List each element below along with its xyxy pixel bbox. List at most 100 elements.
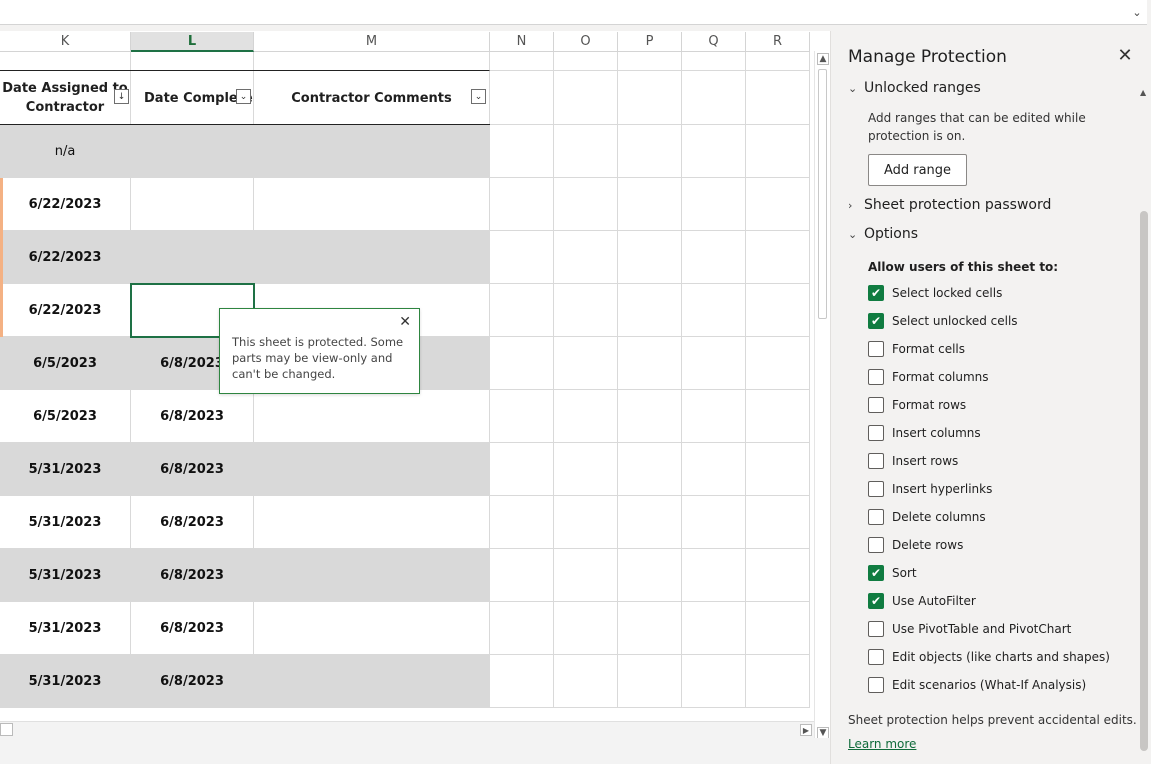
checkbox-icon[interactable] [868,621,884,637]
table-cell[interactable] [554,443,618,496]
table-cell[interactable] [746,549,810,602]
table-cell[interactable] [554,496,618,549]
filter-dropdown-icon[interactable]: ⌄ [236,89,251,104]
table-cell[interactable] [746,443,810,496]
table-cell[interactable] [490,443,554,496]
table-cell[interactable] [490,71,554,125]
table-cell[interactable] [618,178,682,231]
table-cell[interactable] [682,602,746,655]
sort-filter-icon[interactable]: ↓ [114,89,129,104]
scrollbar-thumb[interactable] [1140,211,1148,751]
scrollbar-thumb[interactable] [818,69,827,319]
table-cell[interactable] [554,337,618,390]
table-cell[interactable] [682,443,746,496]
table-cell[interactable] [618,655,682,708]
option-checkbox-item[interactable]: Format rows [868,396,966,414]
chevron-down-icon[interactable]: ⌄ [1129,4,1145,20]
table-cell[interactable] [131,231,254,284]
checkbox-icon[interactable] [868,481,884,497]
option-checkbox-item[interactable]: Insert rows [868,452,958,470]
table-cell[interactable]: n/a [0,125,131,178]
table-cell[interactable] [490,125,554,178]
table-cell[interactable]: 6/8/2023 [131,496,254,549]
table-cell[interactable]: 5/31/2023 [0,496,131,549]
table-cell[interactable] [490,52,554,71]
table-cell[interactable] [490,390,554,443]
option-checkbox-item[interactable]: Delete columns [868,508,986,526]
checkbox-icon[interactable] [868,453,884,469]
checkbox-icon[interactable] [868,341,884,357]
table-cell[interactable] [554,655,618,708]
table-cell[interactable] [490,655,554,708]
option-checkbox-item[interactable]: ✔ Select locked cells [868,284,1002,302]
header-date-assigned[interactable]: Date Assigned to Contractor [0,71,131,125]
table-cell[interactable] [254,125,490,178]
option-checkbox-item[interactable]: Format columns [868,368,989,386]
table-cell[interactable] [254,390,490,443]
checkbox-icon[interactable] [868,509,884,525]
section-options[interactable]: ⌄ Options [848,226,918,242]
table-cell[interactable] [618,125,682,178]
table-cell[interactable] [746,655,810,708]
checkbox-icon[interactable] [868,397,884,413]
table-cell[interactable] [682,337,746,390]
scrollbar-thumb[interactable] [0,723,13,736]
table-cell[interactable] [254,496,490,549]
checkbox-icon[interactable] [868,425,884,441]
table-cell[interactable] [554,178,618,231]
column-header-q[interactable]: Q [682,32,746,52]
checkbox-icon[interactable] [868,677,884,693]
checkbox-checked-icon[interactable]: ✔ [868,313,884,329]
table-cell[interactable] [746,71,810,125]
table-cell[interactable] [131,178,254,231]
table-cell[interactable]: 5/31/2023 [0,655,131,708]
table-cell[interactable]: 5/31/2023 [0,443,131,496]
option-checkbox-item[interactable]: Insert columns [868,424,981,442]
table-cell[interactable]: 6/5/2023 [0,390,131,443]
table-cell[interactable] [746,125,810,178]
table-cell[interactable] [618,284,682,337]
worksheet-grid[interactable]: K L M N O P Q R Date Assigned to Contract… [0,31,830,764]
table-cell[interactable] [618,390,682,443]
table-cell[interactable] [682,549,746,602]
section-sheet-protection-password[interactable]: › Sheet protection password [848,197,1051,213]
table-cell[interactable]: 5/31/2023 [0,549,131,602]
table-cell[interactable] [682,390,746,443]
table-cell[interactable] [490,496,554,549]
scroll-right-icon[interactable]: ▶ [800,724,812,736]
column-header-p[interactable]: P [618,32,682,52]
table-cell[interactable] [554,602,618,655]
table-cell[interactable] [254,52,490,71]
option-checkbox-item[interactable]: ✔ Select unlocked cells [868,312,1018,330]
table-cell[interactable]: 6/22/2023 [0,231,131,284]
checkbox-icon[interactable] [868,369,884,385]
column-header-o[interactable]: O [554,32,618,52]
table-cell[interactable] [618,71,682,125]
table-cell[interactable] [254,602,490,655]
checkbox-checked-icon[interactable]: ✔ [868,593,884,609]
pane-scrollbar[interactable]: ▲ [1138,86,1150,754]
table-cell[interactable] [618,231,682,284]
table-cell[interactable] [746,178,810,231]
table-cell[interactable] [618,496,682,549]
table-cell[interactable] [254,443,490,496]
table-cell[interactable] [254,549,490,602]
table-cell[interactable] [554,71,618,125]
table-cell[interactable] [554,549,618,602]
table-cell[interactable] [746,231,810,284]
vertical-scrollbar[interactable]: ▲ ▼ [814,51,830,744]
option-checkbox-item[interactable]: Edit objects (like charts and shapes) [868,648,1110,666]
column-header-l[interactable]: L [131,32,254,52]
table-cell[interactable] [618,549,682,602]
checkbox-icon[interactable] [868,537,884,553]
checkbox-checked-icon[interactable]: ✔ [868,565,884,581]
table-cell[interactable] [554,231,618,284]
column-header-k[interactable]: K [0,32,131,52]
table-cell[interactable] [746,52,810,71]
table-cell[interactable] [490,284,554,337]
table-cell[interactable] [131,125,254,178]
option-checkbox-item[interactable]: Format cells [868,340,965,358]
table-cell[interactable] [554,52,618,71]
header-contractor-comments[interactable]: Contractor Comments [254,71,490,125]
table-cell[interactable] [490,178,554,231]
